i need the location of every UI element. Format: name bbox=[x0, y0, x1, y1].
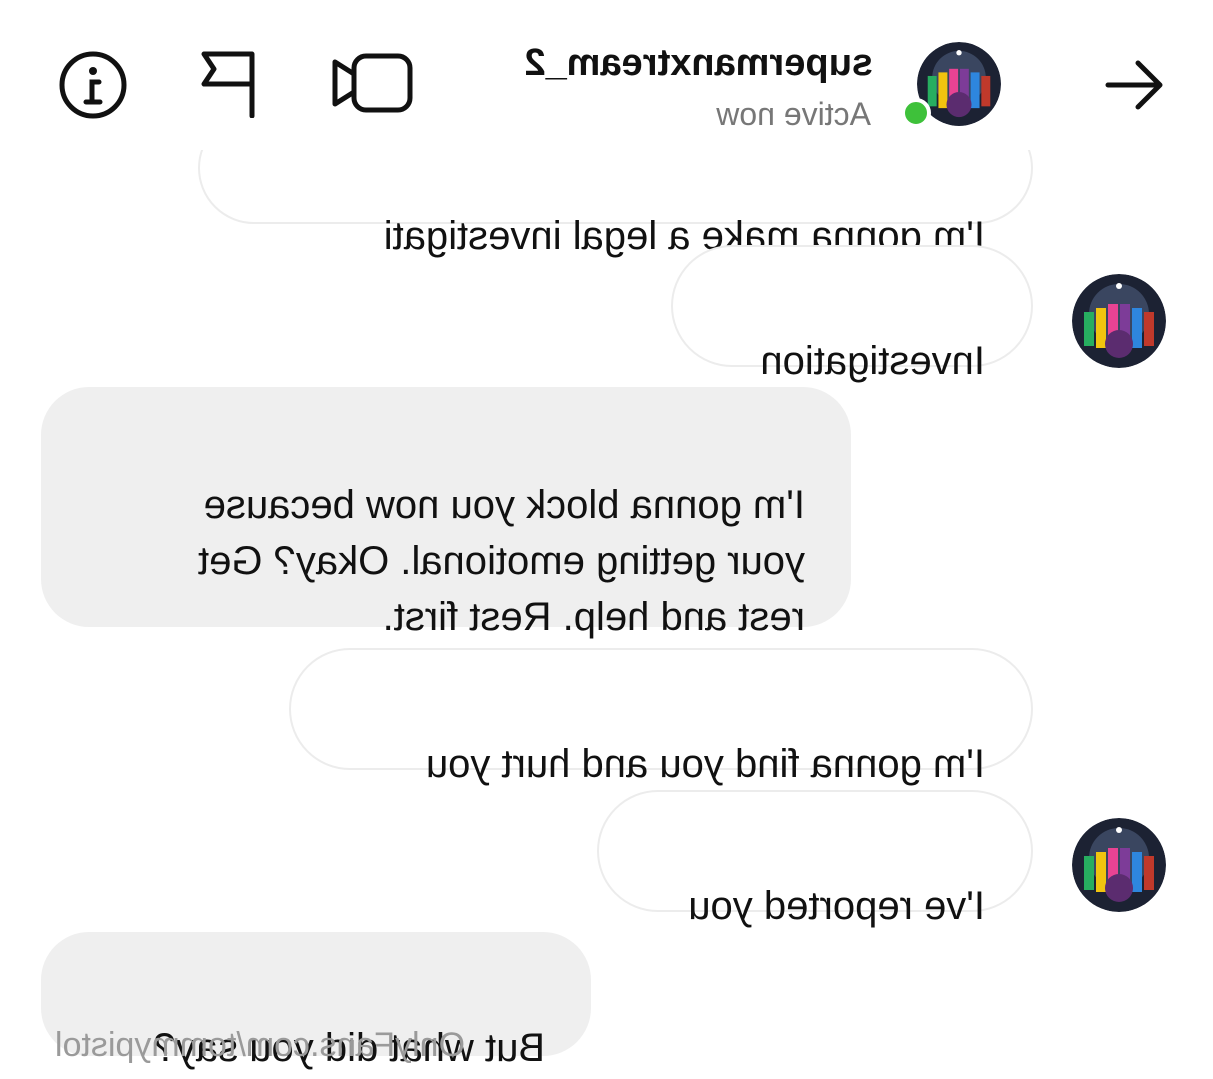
flag-icon bbox=[201, 51, 255, 119]
message-thread: I'm gonna make a legal investigati Inves… bbox=[0, 0, 1213, 1079]
message-text: I'm gonna find you and hurt you bbox=[425, 742, 985, 786]
message-text: I'm gonna block you now because your get… bbox=[198, 483, 805, 639]
active-status: Active now bbox=[716, 96, 871, 132]
avatar-image bbox=[1072, 818, 1166, 912]
sender-avatar[interactable] bbox=[1072, 274, 1166, 368]
arrow-left-icon bbox=[1105, 60, 1163, 110]
video-call-button[interactable] bbox=[331, 50, 413, 116]
chat-username[interactable]: supermanxtream_2 bbox=[524, 42, 873, 85]
mirrored-screenshot: I'm gonna make a legal investigati Inves… bbox=[0, 0, 1213, 1079]
chat-header: supermanxtream_2 Active now bbox=[0, 0, 1213, 150]
message-text: Investigation bbox=[760, 339, 985, 383]
message-bubble-outgoing[interactable]: I'm gonna block you now because your get… bbox=[41, 387, 851, 639]
video-call-icon bbox=[332, 53, 413, 113]
watermark-text: OnlyFans.com/tommypistol bbox=[55, 1026, 465, 1064]
back-button[interactable] bbox=[1098, 55, 1168, 115]
message-text: I've reported you bbox=[688, 884, 985, 928]
online-status-dot bbox=[901, 98, 931, 128]
message-bubble-incoming[interactable]: I've reported you bbox=[597, 790, 1033, 928]
message-bubble-incoming[interactable]: I'm gonna find you and hurt you bbox=[289, 648, 1033, 786]
info-button[interactable] bbox=[58, 50, 128, 120]
flag-button[interactable] bbox=[198, 50, 258, 119]
sender-avatar[interactable] bbox=[1072, 818, 1166, 912]
info-icon bbox=[59, 51, 127, 119]
message-bubble-incoming[interactable]: Investigation bbox=[671, 245, 1033, 383]
avatar-image bbox=[1072, 274, 1166, 368]
